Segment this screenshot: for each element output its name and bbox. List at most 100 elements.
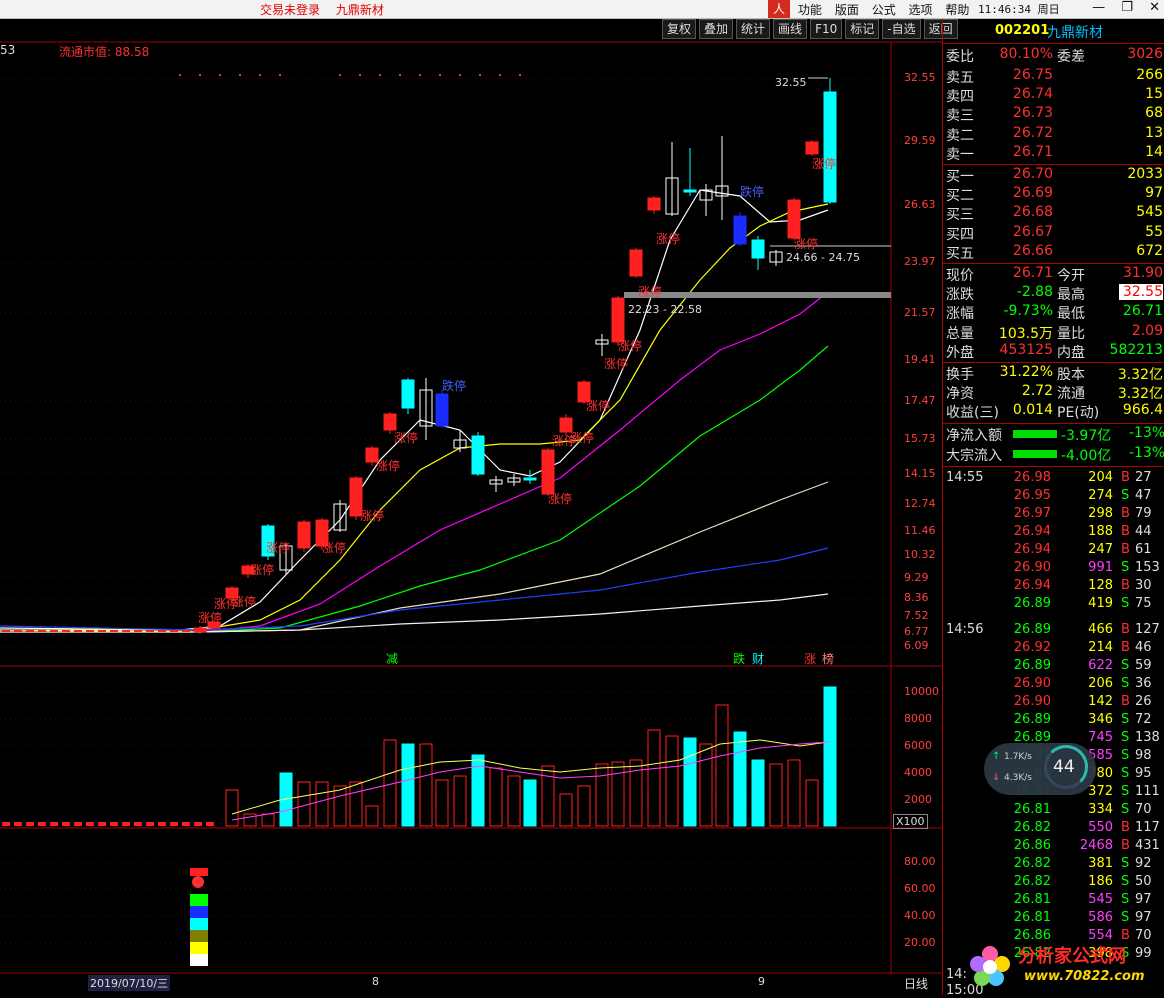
minimize-icon[interactable]: — <box>1092 0 1105 15</box>
ma10-line <box>0 203 829 631</box>
signal-dot-icon <box>459 74 461 76</box>
ask-row[interactable]: 卖三 26.73 68 <box>943 105 1164 124</box>
bid-row[interactable]: 买五 26.66 672 <box>943 243 1164 262</box>
tick-side: S <box>1121 765 1130 781</box>
price-tick-label: 8.36 <box>904 591 929 604</box>
tick-count: 70 <box>1135 801 1152 817</box>
volume-bar <box>823 686 837 827</box>
limit-up-label: 涨停 <box>232 594 256 609</box>
tick-row: 26.94 188 B 44 <box>943 524 1164 542</box>
tick-price: 26.92 <box>1013 639 1051 655</box>
stat-label: 最高 <box>1057 287 1085 304</box>
kline-chart[interactable]: 涨停涨停涨停涨停涨停 涨停涨停涨停涨停 涨停涨停涨停涨停涨停涨停涨停 涨停涨停涨停跌停… <box>0 0 942 995</box>
tick-row: 26.89 419 S 75 <box>943 596 1164 614</box>
limit-up-label: 涨停 <box>638 284 662 299</box>
volume-bar <box>26 822 34 826</box>
price-tick-label: 10.32 <box>904 548 936 561</box>
price-tick-label: 23.97 <box>904 255 936 268</box>
volume-bar <box>665 735 679 827</box>
indicator-block <box>190 930 208 942</box>
candle-body <box>383 413 397 431</box>
stat-label: 外盘 <box>946 344 974 361</box>
tick-row: 26.89 622 S 59 <box>943 658 1164 676</box>
candle-body <box>629 249 643 277</box>
quote-panel: 002201 九鼎新材 委比 80.10% 委差 3026 卖五 26.75 266 卖四 26… <box>942 19 1164 998</box>
weibi-value: 80.10% <box>999 46 1053 62</box>
clock-time: 11:46:34 <box>978 3 1031 16</box>
ask-row[interactable]: 卖一 26.71 14 <box>943 144 1164 163</box>
stat-value: 31.22% <box>999 364 1053 380</box>
tick-price: 26.89 <box>1013 621 1051 637</box>
indicator-tick-label: 40.00 <box>904 909 936 922</box>
ma120-line <box>0 547 829 631</box>
flow-bar <box>1013 429 1057 438</box>
volume-bar <box>315 781 329 827</box>
candle-body <box>14 630 22 632</box>
candle-body <box>647 197 661 211</box>
limit-down-label: 跌停 <box>442 378 466 393</box>
tick-volume: 188 <box>1088 523 1113 539</box>
tick-side: B <box>1121 577 1130 593</box>
tick-count: 61 <box>1135 541 1152 557</box>
limit-down-label: 跌停 <box>740 184 764 199</box>
stat-label: 内盘 <box>1057 344 1085 361</box>
signal-dot-icon <box>219 74 221 76</box>
tick-volume: 346 <box>1088 711 1113 727</box>
restore-icon[interactable]: ❐ <box>1121 0 1133 15</box>
bid-label: 买四 <box>946 226 974 243</box>
price-tick-label: 7.52 <box>904 609 929 622</box>
tick-side: S <box>1121 783 1130 799</box>
ask-row[interactable]: 卖二 26.72 13 <box>943 125 1164 144</box>
candle-body <box>170 630 178 632</box>
volume-bar <box>787 759 801 827</box>
bid-row[interactable]: 买三 26.68 545 <box>943 204 1164 223</box>
tick-row: 26.92 214 B 46 <box>943 640 1164 658</box>
tick-side: S <box>1121 675 1130 691</box>
tick-volume: 466 <box>1088 621 1113 637</box>
tick-volume: 545 <box>1088 891 1113 907</box>
candle-body <box>683 189 697 193</box>
ask-volume: 14 <box>1145 143 1163 160</box>
limit-up-label: 涨停 <box>394 430 418 445</box>
bid-row[interactable]: 买二 26.69 97 <box>943 185 1164 204</box>
close-icon[interactable]: ✕ <box>1149 0 1160 15</box>
indicator-block <box>190 906 208 918</box>
bid-label: 买五 <box>946 245 974 262</box>
tick-row: 26.81 586 S 97 <box>943 910 1164 928</box>
signal-dot-icon <box>439 74 441 76</box>
tick-count: 117 <box>1135 819 1160 835</box>
clock-weekday: 周日 <box>1037 3 1060 16</box>
ask-price: 26.75 <box>1012 67 1053 83</box>
limit-up-label: 涨停 <box>548 491 572 506</box>
tick-volume: 142 <box>1088 693 1113 709</box>
tick-count: 92 <box>1135 855 1152 871</box>
flow-label: 净流入额 <box>946 427 1002 444</box>
price-tick-label: 9.29 <box>904 571 929 584</box>
tick-row: 26.89 346 S 72 <box>943 712 1164 730</box>
menu-help[interactable]: 帮助 <box>945 3 969 17</box>
weicha-label: 委差 <box>1057 49 1085 65</box>
ask-row[interactable]: 卖四 26.74 15 <box>943 86 1164 105</box>
price-tick-label: 32.55 <box>904 71 936 84</box>
tick-volume: 298 <box>1088 505 1113 521</box>
quote-header: 002201 九鼎新材 <box>943 19 1164 44</box>
ask-row[interactable]: 卖五 26.75 266 <box>943 67 1164 86</box>
indicator-tick-label: 80.00 <box>904 855 936 868</box>
volume-bar <box>122 822 130 826</box>
ask-price: 26.74 <box>1012 86 1053 103</box>
tick-volume: 550 <box>1088 819 1113 835</box>
stat-label: 换手 <box>946 367 974 383</box>
bid-row[interactable]: 买一 26.70 2033 <box>943 166 1164 185</box>
tick-volume: 214 <box>1088 639 1113 655</box>
tick-side: S <box>1121 873 1130 889</box>
tick-row: 14:55 26.98 204 B 27 <box>943 470 1164 488</box>
bid-row[interactable]: 买四 26.67 55 <box>943 224 1164 243</box>
network-speed-widget[interactable]: ↑ 1.7K/s ↓ 4.3K/s 44 <box>984 743 1096 795</box>
watermark-url: www.70822.com <box>1024 969 1145 984</box>
volume-tick-label: 4000 <box>904 766 932 779</box>
tick-count: 97 <box>1135 909 1152 925</box>
volume-bar <box>86 822 94 826</box>
volume-tick-label: 8000 <box>904 712 932 725</box>
limit-up-label: 涨停 <box>812 156 836 171</box>
period-button[interactable]: 日线 <box>904 975 928 992</box>
